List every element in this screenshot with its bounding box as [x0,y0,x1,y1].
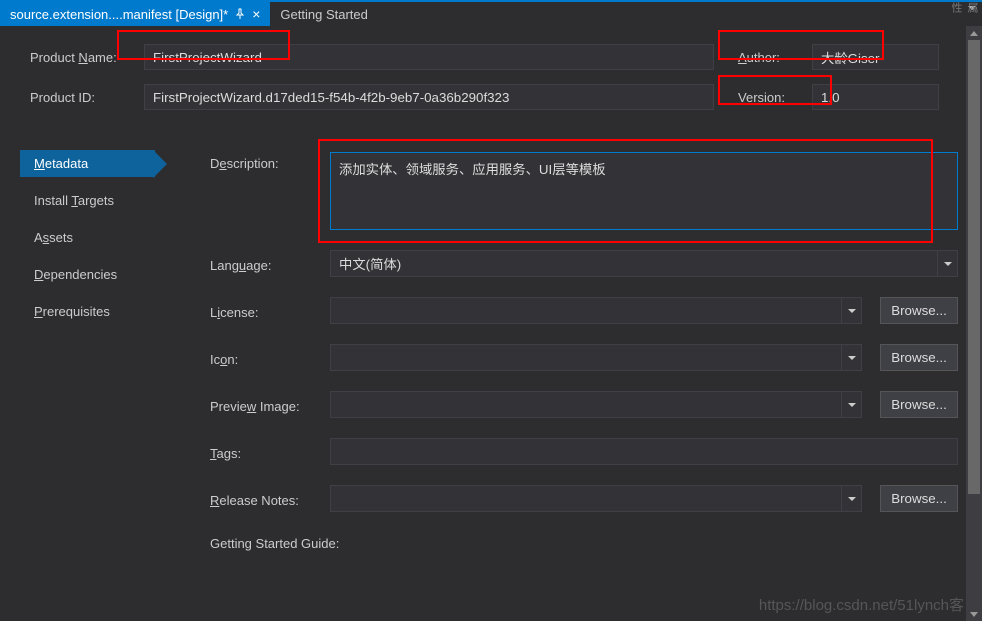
pin-icon[interactable] [234,8,246,20]
version-input[interactable] [812,84,939,110]
tab-label: Getting Started [280,7,367,22]
scroll-down-button[interactable] [966,607,982,621]
language-select[interactable] [330,250,938,277]
triangle-up-icon [970,31,978,36]
main-panel: Description: Language: License: Browse..… [155,120,968,551]
toolbox-icon[interactable]: 属性 [962,2,980,22]
scrollbar-thumb[interactable] [968,40,980,494]
sidebar-item-metadata[interactable]: Metadata [20,150,155,177]
chevron-down-icon [944,262,952,266]
version-label: Version: [738,90,798,105]
scroll-up-button[interactable] [966,26,982,40]
tab-bar: source.extension....manifest [Design]* ×… [0,0,982,26]
browse-preview-button[interactable]: Browse... [880,391,958,418]
description-label: Description: [210,152,320,171]
browse-icon-button[interactable]: Browse... [880,344,958,371]
author-input[interactable] [812,44,939,70]
dropdown-toggle[interactable] [842,297,862,324]
header-form: Product Name: Author: Product ID: Versio… [0,26,982,120]
product-name-label: Product Name: [30,50,130,65]
preview-input[interactable] [330,391,842,418]
browse-license-button[interactable]: Browse... [880,297,958,324]
release-notes-label: Release Notes: [210,489,320,508]
chevron-down-icon [848,497,856,501]
watermark: https://blog.csdn.net/51lynch客 [759,594,964,615]
tags-label: Tags: [210,442,320,461]
license-label: License: [210,301,320,320]
sidebar-item-prerequisites[interactable]: Prerequisites [20,298,155,325]
release-notes-input[interactable] [330,485,842,512]
icon-label: Icon: [210,348,320,367]
tab-label: source.extension....manifest [Design]* [10,7,228,22]
product-name-input[interactable] [144,44,714,70]
dropdown-toggle[interactable] [842,391,862,418]
preview-label: Preview Image: [210,395,320,414]
browse-release-notes-button[interactable]: Browse... [880,485,958,512]
sidebar-item-assets[interactable]: Assets [20,224,155,251]
close-icon[interactable]: × [252,9,260,19]
language-label: Language: [210,254,320,273]
product-id-input[interactable] [144,84,714,110]
chevron-down-icon [848,309,856,313]
product-id-label: Product ID: [30,90,130,105]
dropdown-toggle[interactable] [842,485,862,512]
chevron-down-icon [848,356,856,360]
tags-input[interactable] [330,438,958,465]
dropdown-toggle[interactable] [938,250,958,277]
author-label: Author: [738,50,798,65]
icon-input[interactable] [330,344,842,371]
getting-started-label: Getting Started Guide: [210,532,350,551]
sidebar-item-install-targets[interactable]: Install Targets [20,187,155,214]
tab-getting-started[interactable]: Getting Started [270,2,377,26]
chevron-down-icon [848,403,856,407]
sidebar-item-dependencies[interactable]: Dependencies [20,261,155,288]
license-input[interactable] [330,297,842,324]
triangle-down-icon [970,612,978,617]
sidebar: Metadata Install Targets Assets Dependen… [0,120,155,551]
description-input[interactable] [330,152,958,230]
scrollbar[interactable] [966,26,982,621]
tab-manifest-design[interactable]: source.extension....manifest [Design]* × [0,2,270,26]
dropdown-toggle[interactable] [842,344,862,371]
